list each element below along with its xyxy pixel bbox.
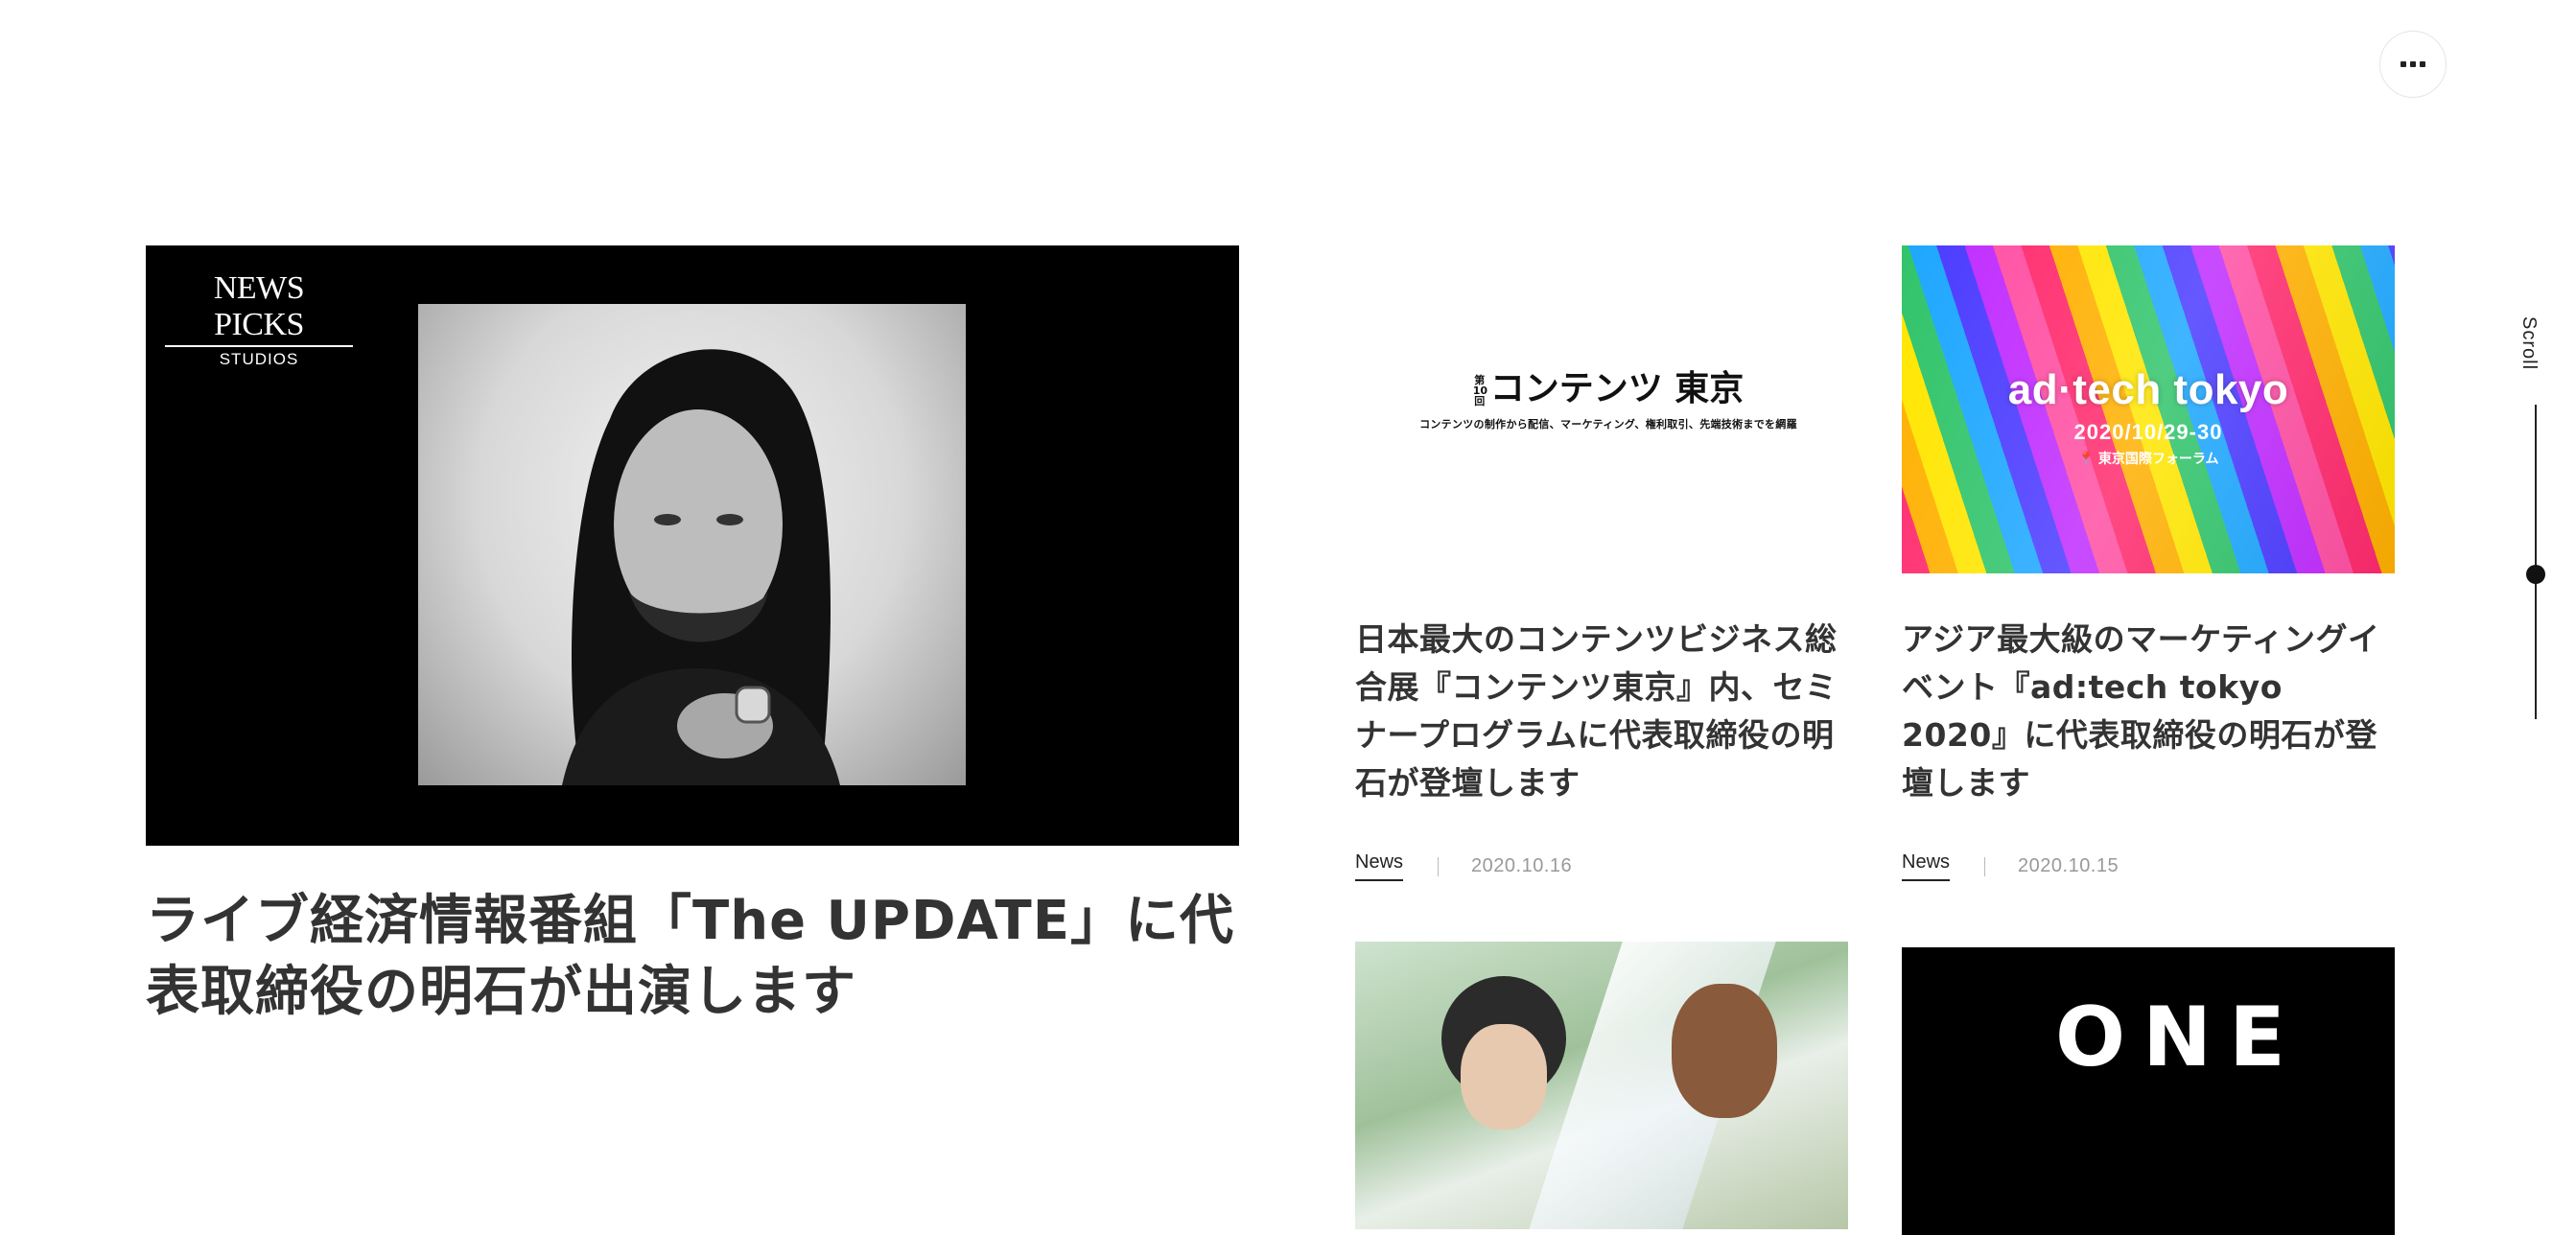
adtech-tokyo-logo: ad·tech tokyo 2020/10/29-30 📍 東京国際フォーラム — [1902, 366, 2395, 468]
meta-divider — [1438, 856, 1440, 876]
portrait-illustration — [562, 349, 840, 785]
logo-date: 2020/10/29-30 — [2073, 420, 2223, 444]
news-card[interactable]: ONE — [1902, 947, 2395, 1235]
card-thumbnail[interactable]: ONE — [1902, 947, 2395, 1235]
card-title[interactable]: アジア最大級のマーケティングイベント『ad:tech tokyo 2020』に代… — [1902, 616, 2395, 807]
post-date: 2020.10.15 — [2018, 855, 2119, 876]
news-card[interactable] — [1355, 942, 1848, 1229]
newspicks-studios-logo: NEWS PICKS STUDIOS — [165, 270, 353, 369]
news-card[interactable]: 第10回 コンテンツ 東京 コンテンツの制作から配信、マーケティング、権利取引、先… — [1355, 245, 1848, 881]
logo-line2: STUDIOS — [219, 350, 299, 368]
more-dots-icon — [2400, 61, 2406, 67]
logo-badge: 第10回 — [1472, 373, 1488, 408]
photo-person-face — [1672, 984, 1777, 1118]
meta-divider — [1984, 856, 1986, 876]
logo-line1: NEWS PICKS — [165, 270, 353, 347]
menu-button[interactable] — [2379, 31, 2447, 98]
scroll-track[interactable] — [2535, 405, 2537, 719]
card-thumbnail[interactable] — [1355, 942, 1848, 1229]
one-logo: ONE — [2055, 990, 2303, 1085]
featured-title[interactable]: ライブ経済情報番組「The UPDATE」に代表取締役の明石が出演します — [146, 886, 1239, 1028]
card-thumbnail[interactable]: ad·tech tokyo 2020/10/29-30 📍 東京国際フォーラム — [1902, 245, 2395, 573]
post-date: 2020.10.16 — [1471, 855, 1573, 876]
card-meta: News 2020.10.16 — [1355, 851, 1848, 881]
news-card[interactable]: ad·tech tokyo 2020/10/29-30 📍 東京国際フォーラム … — [1902, 245, 2395, 881]
scroll-indicator-knob[interactable] — [2526, 565, 2545, 585]
logo-main: ad·tech tokyo — [2007, 366, 2289, 413]
logo-venue: 📍 東京国際フォーラム — [2077, 451, 2219, 466]
more-dots-icon — [2410, 61, 2416, 67]
card-thumbnail[interactable]: 第10回 コンテンツ 東京 コンテンツの制作から配信、マーケティング、権利取引、先… — [1355, 245, 1848, 573]
photo-person-face — [1461, 1024, 1547, 1130]
featured-thumbnail[interactable]: NEWS PICKS STUDIOS — [146, 245, 1239, 846]
scroll-label: Scroll — [2518, 316, 2540, 371]
portrait-photo — [418, 304, 966, 785]
contents-tokyo-logo: 第10回 コンテンツ 東京 コンテンツの制作から配信、マーケティング、権利取引、先… — [1417, 361, 1800, 431]
card-title[interactable]: 日本最大のコンテンツビジネス総合展『コンテンツ東京』内、セミナープログラムに代表… — [1355, 616, 1848, 807]
featured-article[interactable]: NEWS PICKS STUDIOS ライブ経済情報番組「The UPDATE」… — [146, 245, 1239, 1072]
category-link[interactable]: News — [1355, 851, 1404, 881]
category-link[interactable]: News — [1902, 851, 1951, 881]
logo-main-text: コンテンツ 東京 — [1489, 369, 1745, 408]
more-dots-icon — [2420, 61, 2425, 67]
logo-main: 第10回 コンテンツ 東京 — [1417, 361, 1800, 410]
card-meta: News 2020.10.15 — [1902, 851, 2395, 881]
logo-sub: コンテンツの制作から配信、マーケティング、権利取引、先端技術までを網羅 — [1419, 419, 1797, 431]
